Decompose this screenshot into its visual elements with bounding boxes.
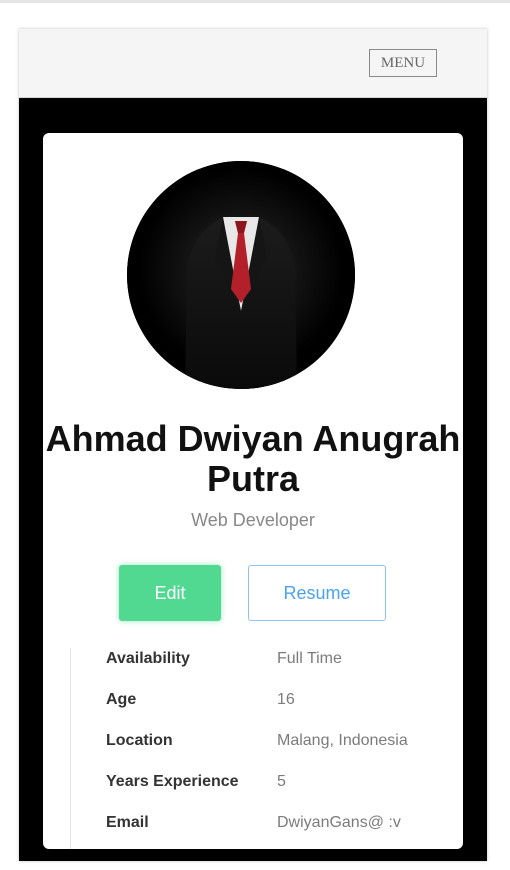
info-value: 16: [277, 691, 295, 708]
page-frame: MENU Ahmad Dwiyan Anugrah Putra Web Deve…: [19, 29, 487, 861]
profile-card: Ahmad Dwiyan Anugrah Putra Web Developer…: [43, 133, 463, 849]
suit-portrait-image: [127, 161, 355, 389]
info-value[interactable]: DwiyanGans@ :v: [277, 811, 401, 835]
info-value: Full Time: [277, 650, 342, 667]
info-label: Location: [106, 732, 173, 749]
info-row-experience: Years Experience 5: [106, 770, 446, 794]
info-row-age: Age 16: [106, 688, 446, 712]
info-divider: [70, 648, 71, 849]
menu-button[interactable]: MENU: [369, 49, 437, 77]
profile-name: Ahmad Dwiyan Anugrah Putra: [45, 418, 461, 499]
resume-button[interactable]: Resume: [248, 565, 386, 621]
avatar: [127, 161, 355, 389]
info-row-location: Location Malang, Indonesia: [106, 729, 446, 753]
edit-button[interactable]: Edit: [119, 565, 221, 621]
profile-role: Web Developer: [191, 510, 315, 530]
info-label: Years Experience: [106, 773, 239, 790]
info-label: Age: [106, 691, 137, 708]
info-value: 5: [277, 773, 286, 790]
info-value: Malang, Indonesia: [277, 732, 408, 749]
info-row-availability: Availability Full Time: [106, 647, 446, 671]
info-row-email: Email DwiyanGans@ :v: [106, 811, 446, 835]
site-header: MENU: [19, 29, 487, 98]
top-edge: [0, 0, 510, 3]
info-label: Availability: [106, 650, 190, 667]
info-label: Email: [106, 814, 149, 831]
